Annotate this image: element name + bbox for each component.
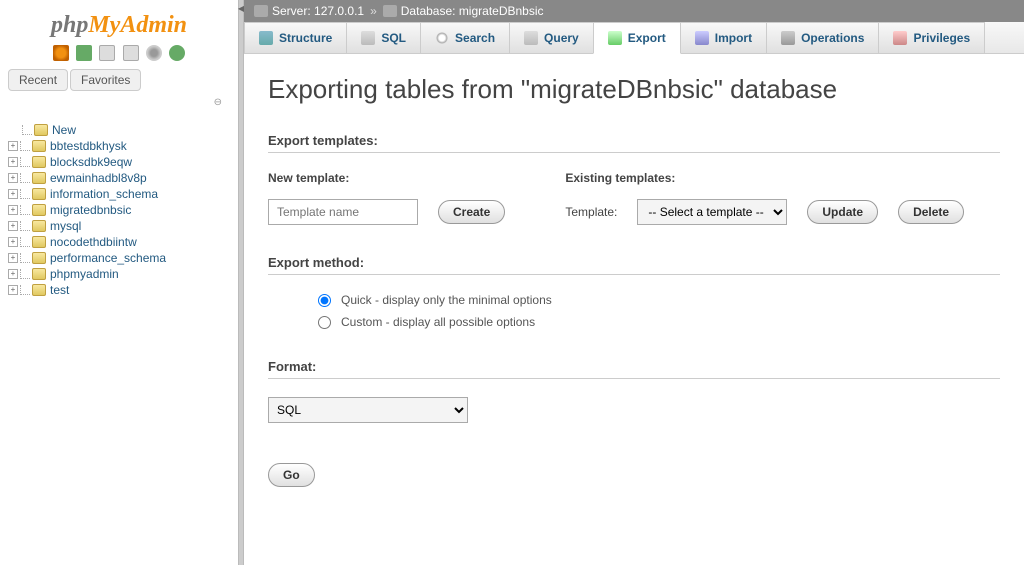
expand-icon[interactable]: +: [8, 173, 18, 183]
tab-privileges[interactable]: Privileges: [878, 22, 985, 53]
custom-radio[interactable]: [318, 316, 331, 329]
expand-icon[interactable]: +: [8, 221, 18, 231]
structure-icon: [259, 31, 273, 45]
database-icon: [32, 172, 46, 184]
format-select[interactable]: SQL: [268, 397, 468, 423]
recent-tab[interactable]: Recent: [8, 69, 68, 91]
page-title: Exporting tables from "migrateDBnbsic" d…: [268, 74, 1000, 105]
export-method-custom[interactable]: Custom - display all possible options: [318, 315, 1000, 329]
sidebar-toolbar: [8, 41, 230, 69]
tree-db-item[interactable]: +mysql: [8, 218, 230, 234]
sql-icon[interactable]: [123, 45, 139, 61]
expand-icon[interactable]: +: [8, 253, 18, 263]
tree-db-item[interactable]: +test: [8, 282, 230, 298]
template-select[interactable]: -- Select a template --: [637, 199, 787, 225]
breadcrumb-server-value[interactable]: 127.0.0.1: [314, 4, 364, 18]
expand-icon[interactable]: +: [8, 141, 18, 151]
tab-import[interactable]: Import: [680, 22, 767, 53]
recent-favorites-tabs: Recent Favorites: [8, 69, 230, 91]
template-select-label: Template:: [565, 205, 617, 219]
database-icon: [32, 236, 46, 248]
tree-new-label: New: [52, 123, 76, 137]
database-icon: [32, 252, 46, 264]
update-button[interactable]: Update: [807, 200, 878, 224]
database-icon: [32, 220, 46, 232]
logo-php: php: [51, 12, 88, 38]
collapse-icon[interactable]: ⊖: [8, 95, 230, 114]
tab-structure[interactable]: Structure: [244, 22, 347, 53]
database-icon: [32, 268, 46, 280]
tab-operations[interactable]: Operations: [766, 22, 879, 53]
tree-new[interactable]: New: [8, 122, 230, 138]
tab-export[interactable]: Export: [593, 22, 681, 54]
docs-icon[interactable]: [99, 45, 115, 61]
settings-icon[interactable]: [146, 45, 162, 61]
privileges-icon: [893, 31, 907, 45]
new-template-label: New template:: [268, 171, 505, 185]
export-templates-title: Export templates:: [268, 133, 1000, 153]
export-icon: [608, 31, 622, 45]
expand-icon[interactable]: +: [8, 285, 18, 295]
expand-icon[interactable]: +: [8, 205, 18, 215]
sql-icon: [361, 31, 375, 45]
reload-icon[interactable]: [169, 45, 185, 61]
query-icon: [524, 31, 538, 45]
breadcrumb-db-label: Database:: [401, 4, 456, 18]
home-icon[interactable]: [53, 45, 69, 61]
database-icon: [32, 156, 46, 168]
template-name-input[interactable]: [268, 199, 418, 225]
tree-db-item[interactable]: +nocodethdbiintw: [8, 234, 230, 250]
breadcrumb-db-value[interactable]: migrateDBnbsic: [459, 4, 544, 18]
tree-db-item[interactable]: +blocksdbk9eqw: [8, 154, 230, 170]
tab-sql[interactable]: SQL: [346, 22, 421, 53]
expand-icon[interactable]: +: [8, 237, 18, 247]
main-panel: Server: 127.0.0.1 » Database: migrateDBn…: [244, 0, 1024, 565]
export-method-quick[interactable]: Quick - display only the minimal options: [318, 293, 1000, 307]
tree-db-item[interactable]: +ewmainhadbl8v8p: [8, 170, 230, 186]
tree-db-item[interactable]: +performance_schema: [8, 250, 230, 266]
breadcrumb-server-label: Server:: [272, 4, 311, 18]
import-icon: [695, 31, 709, 45]
expand-icon[interactable]: +: [8, 189, 18, 199]
delete-button[interactable]: Delete: [898, 200, 964, 224]
logo[interactable]: phpMyAdmin: [8, 6, 230, 41]
logo-admin: Admin: [120, 12, 187, 38]
new-db-icon: [34, 124, 48, 136]
operations-icon: [781, 31, 795, 45]
export-method-title: Export method:: [268, 255, 1000, 275]
expand-icon[interactable]: +: [8, 157, 18, 167]
database-icon: [32, 140, 46, 152]
format-title: Format:: [268, 359, 1000, 379]
breadcrumb: Server: 127.0.0.1 » Database: migrateDBn…: [244, 0, 1024, 22]
existing-templates-label: Existing templates:: [565, 171, 964, 185]
breadcrumb-sep: »: [370, 4, 377, 18]
expand-icon[interactable]: +: [8, 269, 18, 279]
content: Exporting tables from "migrateDBnbsic" d…: [244, 54, 1024, 565]
db-tree: New +bbtestdbkhysk +blocksdbk9eqw +ewmai…: [8, 122, 230, 298]
tab-query[interactable]: Query: [509, 22, 594, 53]
tree-db-item[interactable]: +bbtestdbkhysk: [8, 138, 230, 154]
database-icon: [32, 204, 46, 216]
search-icon: [435, 31, 449, 45]
logout-icon[interactable]: [76, 45, 92, 61]
tree-db-item[interactable]: +phpmyadmin: [8, 266, 230, 282]
create-button[interactable]: Create: [438, 200, 505, 224]
tabs: Structure SQL Search Query Export Import…: [244, 22, 1024, 54]
go-button[interactable]: Go: [268, 463, 315, 487]
favorites-tab[interactable]: Favorites: [70, 69, 141, 91]
database-icon: [383, 5, 397, 17]
quick-radio[interactable]: [318, 294, 331, 307]
tree-db-item[interactable]: +information_schema: [8, 186, 230, 202]
sidebar: phpMyAdmin Recent Favorites ⊖ New +bbtes…: [0, 0, 238, 565]
server-icon: [254, 5, 268, 17]
logo-my: My: [88, 12, 120, 38]
database-icon: [32, 188, 46, 200]
tree-db-item[interactable]: +migratedbnbsic: [8, 202, 230, 218]
tab-search[interactable]: Search: [420, 22, 510, 53]
database-icon: [32, 284, 46, 296]
